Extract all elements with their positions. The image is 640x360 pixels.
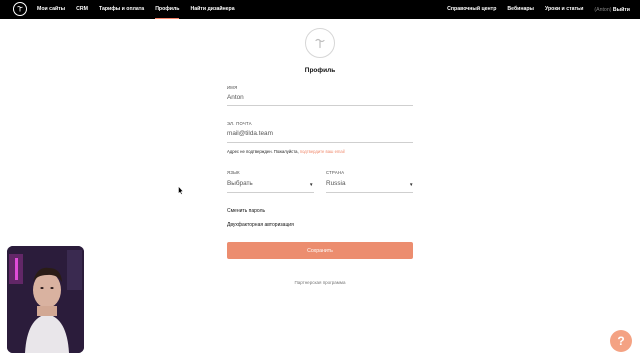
logout-link[interactable]: Выйти <box>613 7 630 13</box>
nav-plans-billing[interactable]: Тарифы и оплата <box>99 0 144 19</box>
name-field[interactable]: Anton <box>227 94 244 101</box>
nav-webinars[interactable]: Вебинары <box>507 0 534 19</box>
nav-find-designer[interactable]: Найти дизайнера <box>190 0 234 19</box>
language-underline <box>227 192 314 193</box>
change-password-link[interactable]: Сменить пароль <box>227 208 265 214</box>
profile-avatar[interactable] <box>305 28 335 58</box>
email-field[interactable]: mail@tilda.team <box>227 130 273 137</box>
top-navigation-bar: Мои сайты CRM Тарифы и оплата Профиль На… <box>0 0 640 19</box>
email-underline <box>227 142 413 143</box>
save-button[interactable]: Сохранить <box>227 242 413 259</box>
country-select[interactable]: Russia <box>326 180 346 187</box>
confirm-email-link[interactable]: подтвердите ваш email <box>300 149 345 154</box>
help-button[interactable]: ? <box>610 330 632 352</box>
language-chevron-down-icon[interactable]: ▼ <box>309 182 313 187</box>
webcam-overlay <box>7 246 84 353</box>
tilda-logo[interactable] <box>13 2 27 16</box>
country-label: СТРАНА <box>326 170 345 175</box>
name-underline <box>227 105 413 106</box>
country-underline <box>326 192 413 193</box>
main-nav: Мои сайты CRM Тарифы и оплата Профиль На… <box>37 0 246 19</box>
email-unconfirmed-note: Адрес не подтвержден. Пожалуйста, подтве… <box>227 149 345 154</box>
nav-my-sites[interactable]: Мои сайты <box>37 0 65 19</box>
nav-profile[interactable]: Профиль <box>155 0 180 19</box>
account-area: (Anton) Выйти <box>594 7 630 13</box>
nav-help-center[interactable]: Справочный центр <box>447 0 496 19</box>
account-name: (Anton) <box>594 6 612 13</box>
partner-program-link[interactable]: Партнерская программа <box>0 280 640 285</box>
name-label: ИМЯ <box>227 85 238 90</box>
tilda-logo-icon <box>17 6 23 12</box>
email-note-text: Адрес не подтвержден. Пожалуйста, <box>227 149 299 154</box>
two-factor-auth-link[interactable]: Двухфакторная авторизация <box>227 222 294 228</box>
secondary-nav: Справочный центр Вебинары Уроки и статьи… <box>436 0 630 19</box>
language-select[interactable]: Выбрать <box>227 180 253 187</box>
country-chevron-down-icon[interactable]: ▼ <box>409 182 413 187</box>
nav-lessons-articles[interactable]: Уроки и статьи <box>545 0 583 19</box>
email-label: ЭЛ. ПОЧТА <box>227 121 252 126</box>
tilda-avatar-icon <box>315 38 325 49</box>
presenter-video-icon <box>7 246 84 353</box>
page-title: Профиль <box>304 67 336 74</box>
language-label: ЯЗЫК <box>227 170 240 175</box>
mouse-cursor-icon <box>178 182 184 200</box>
nav-crm[interactable]: CRM <box>76 0 88 19</box>
